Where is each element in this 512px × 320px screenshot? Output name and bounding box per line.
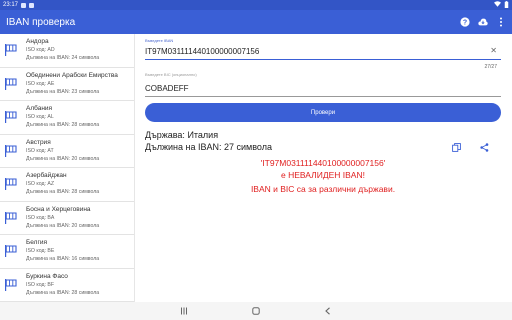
flag-icon [4,244,18,258]
svg-text:?: ? [463,20,467,27]
list-item[interactable]: Албания ISO код: AL Дължина на IBAN: 28 … [0,101,134,135]
country-iban-length: Дължина на IBAN: 20 символа [26,222,100,229]
country-iban-length: Дължина на IBAN: 28 символа [26,189,100,196]
copy-icon[interactable] [452,139,461,152]
app-bar: IBAN проверка ? [0,10,512,34]
result-iban-length: Дължина на IBAN: 27 символа [145,142,272,152]
flag-icon [4,278,18,292]
main-panel: Въведете IBAN IT97M031111440100000007156… [143,34,505,302]
flag-icon [4,211,18,225]
list-item[interactable]: Буркина Фасо ISO код: BF Дължина на IBAN… [0,269,134,302]
navigation-bar [0,302,512,320]
country-iso: ISO код: BA [26,214,55,221]
country-iso: ISO код: AE [26,80,55,87]
clear-icon[interactable]: ✕ [490,46,497,55]
flag-icon [4,177,18,191]
bic-input-underline [145,96,501,97]
country-iso: ISO код: BF [26,281,55,288]
country-list[interactable]: Андора ISO код: AD Дължина на IBAN: 24 с… [0,34,135,302]
country-iso: ISO код: AD [26,47,55,54]
list-item[interactable]: Белгия ISO код: BE Дължина на IBAN: 16 с… [0,235,134,269]
country-iso: ISO код: BE [26,248,55,255]
error-iban-value: 'IT97M031111440100000007156' [260,158,386,168]
result-country: Държава: Италия [145,130,219,140]
check-button[interactable]: Провери [145,103,501,122]
bic-input[interactable]: COBADEFF [145,84,501,93]
error-invalid-iban: е НЕВАЛИДЕН IBAN! [281,170,365,180]
flag-icon [4,144,18,158]
error-bic-mismatch: IBAN и BIC са за различни държави. [250,184,396,194]
country-name: Буркина Фасо [26,272,68,280]
country-iban-length: Дължина на IBAN: 16 символа [26,256,100,263]
list-item[interactable]: Босна и Херцеговина ISO код: BA Дължина … [0,202,134,235]
iban-field-label: Въведете IBAN [145,38,174,43]
iban-input[interactable]: IT97M031111440100000007156 [145,47,501,56]
iban-char-counter: 27/27 [484,64,497,70]
share-icon[interactable] [480,139,489,152]
country-name: Албания [26,105,53,113]
country-name: Обединени Арабски Емирства [26,71,118,79]
recents-icon[interactable] [179,306,189,316]
country-name: Босна и Херцеговина [26,205,91,213]
bic-field-label: Въведете BIC (опционално) [145,72,197,77]
list-item[interactable]: Австрия ISO код: AT Дължина на IBAN: 20 … [0,135,134,168]
country-iban-length: Дължина на IBAN: 24 символа [26,55,100,62]
battery-icon [504,0,509,10]
country-iban-length: Дължина на IBAN: 28 символа [26,122,100,129]
help-icon[interactable]: ? [460,17,470,27]
iban-input-underline [145,59,501,60]
list-item[interactable]: Обединени Арабски Емирства ISO код: AE Д… [0,68,134,101]
more-vert-icon[interactable] [496,17,506,27]
country-iso: ISO код: AZ [26,181,55,188]
home-icon[interactable] [251,306,261,316]
notification-icon [21,2,27,8]
country-name: Азербайджан [26,172,67,180]
list-item[interactable]: Азербайджан ISO код: AZ Дължина на IBAN:… [0,168,134,202]
country-iban-length: Дължина на IBAN: 28 символа [26,289,100,296]
list-item[interactable]: Андора ISO код: AD Дължина на IBAN: 24 с… [0,34,134,68]
country-iban-length: Дължина на IBAN: 20 символа [26,155,100,162]
flag-icon [4,110,18,124]
cloud-download-icon[interactable] [478,17,488,27]
wifi-icon [494,1,501,9]
country-name: Австрия [26,138,51,146]
notification-icon-2 [29,2,35,8]
status-bar: 23:17 [0,0,512,10]
country-name: Белгия [26,239,47,247]
country-iso: ISO код: AL [26,114,54,121]
flag-icon [4,43,18,57]
flag-icon [4,77,18,91]
status-time: 23:17 [3,2,19,8]
country-iso: ISO код: AT [26,147,54,154]
country-name: Андора [26,38,49,46]
country-iban-length: Дължина на IBAN: 23 символа [26,88,100,95]
back-icon[interactable] [323,306,333,316]
app-title: IBAN проверка [6,16,76,28]
